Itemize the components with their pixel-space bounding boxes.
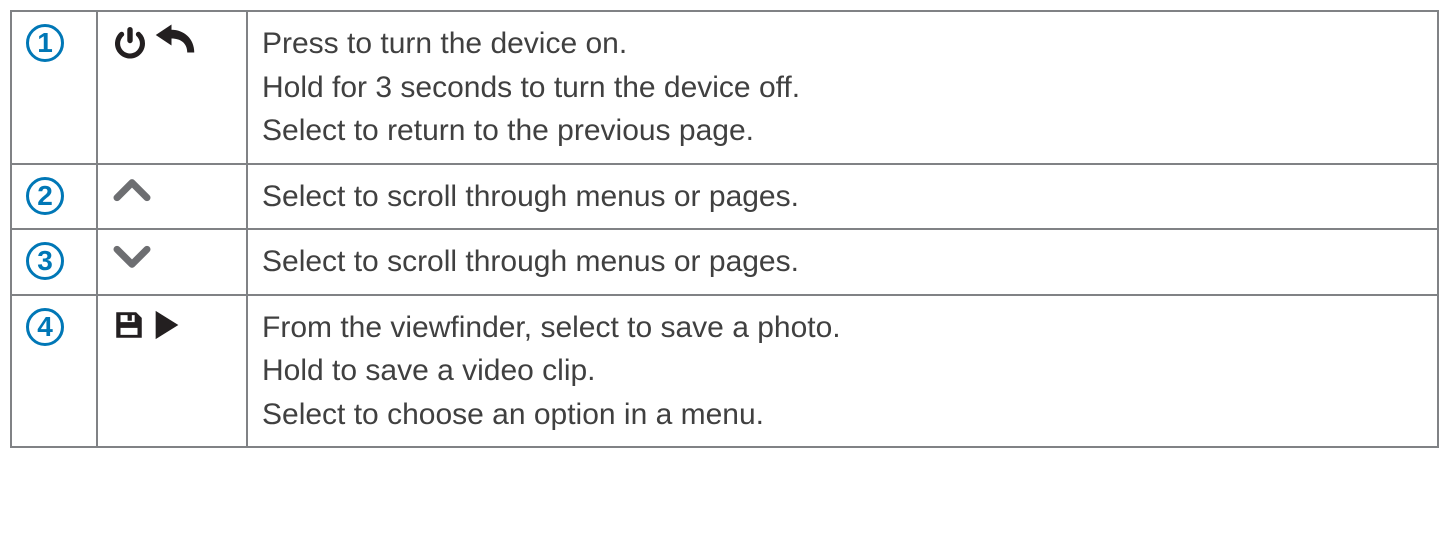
circled-number: 4 (26, 308, 64, 346)
row-number-cell: 3 (11, 229, 97, 295)
table-row: 4 From the viewfinder, select to save a p… (11, 295, 1438, 448)
row-description-cell: Press to turn the device on.Hold for 3 s… (247, 11, 1438, 164)
description-line: Hold for 3 seconds to turn the device of… (262, 66, 1423, 110)
description-line: Select to return to the previous page. (262, 109, 1423, 153)
description-line: Select to scroll through menus or pages. (262, 240, 1423, 284)
description-line: Press to turn the device on. (262, 22, 1423, 66)
play-icon (152, 306, 182, 323)
table-row: 3 Select to scroll through menus or pages… (11, 229, 1438, 295)
row-icon-cell (97, 229, 247, 295)
save-icon (112, 306, 146, 323)
row-icon-cell (97, 164, 247, 230)
chevron-down-icon (112, 240, 152, 257)
row-number-cell: 1 (11, 11, 97, 164)
row-description-cell: Select to scroll through menus or pages. (247, 164, 1438, 230)
circled-number: 2 (26, 177, 64, 215)
row-description-cell: Select to scroll through menus or pages. (247, 229, 1438, 295)
row-icon-cell (97, 295, 247, 448)
controls-table: 1 Press to turn the device on.Hold for 3 … (10, 10, 1439, 448)
row-number-cell: 2 (11, 164, 97, 230)
circled-number: 3 (26, 242, 64, 280)
undo-icon (154, 22, 196, 39)
table-row: 1 Press to turn the device on.Hold for 3 … (11, 11, 1438, 164)
row-number-cell: 4 (11, 295, 97, 448)
description-line: Select to scroll through menus or pages. (262, 175, 1423, 219)
chevron-up-icon (112, 175, 152, 192)
row-icon-cell (97, 11, 247, 164)
table-row: 2 Select to scroll through menus or pages… (11, 164, 1438, 230)
power-icon (112, 22, 148, 39)
description-line: Hold to save a video clip. (262, 349, 1423, 393)
row-description-cell: From the viewfinder, select to save a ph… (247, 295, 1438, 448)
description-line: From the viewfinder, select to save a ph… (262, 306, 1423, 350)
circled-number: 1 (26, 24, 64, 62)
description-line: Select to choose an option in a menu. (262, 393, 1423, 437)
